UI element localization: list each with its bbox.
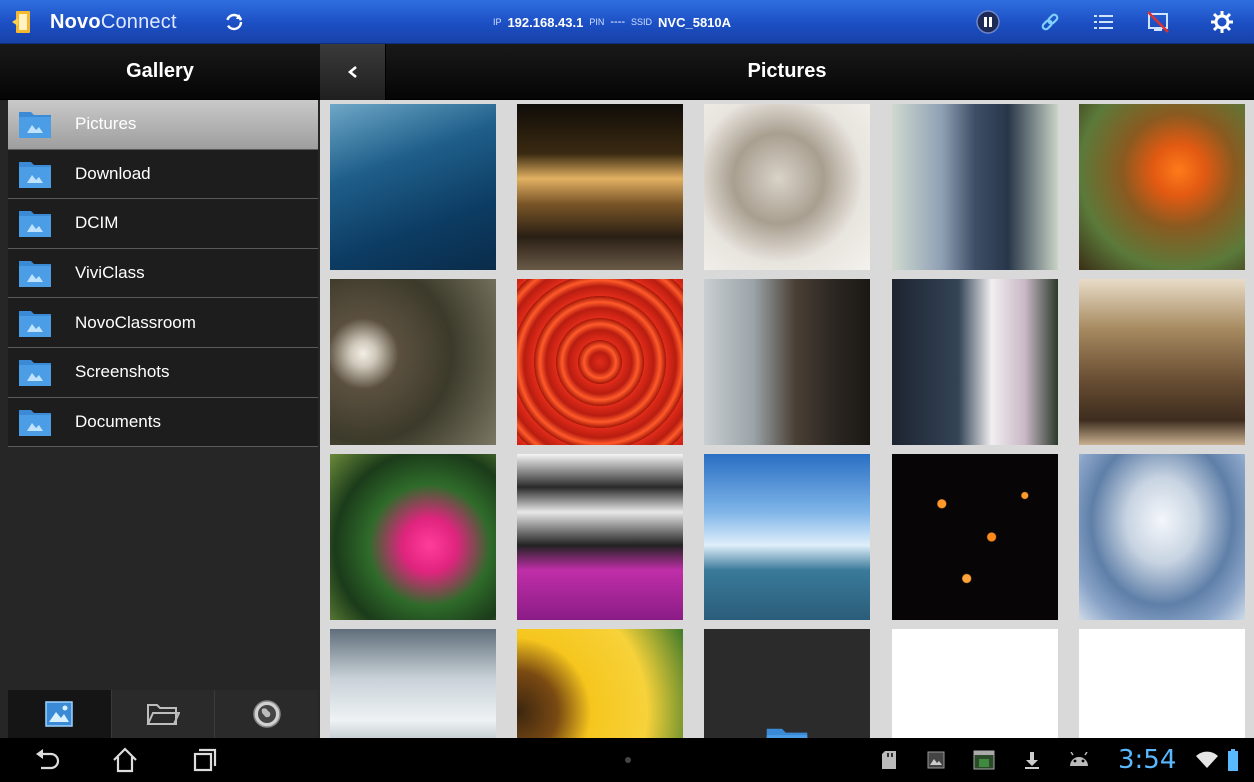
system-nav-bar: 3:54 xyxy=(0,738,1254,782)
folder-label: ViviClass xyxy=(75,263,145,283)
photo-thumbnail[interactable] xyxy=(1079,104,1245,270)
tab-web[interactable] xyxy=(215,690,318,738)
folder-label: NovoClassroom xyxy=(75,312,196,332)
photo-thumbnail[interactable] xyxy=(704,279,870,445)
folder-icon xyxy=(18,159,52,189)
folder-icon xyxy=(18,208,52,238)
settings-icon xyxy=(1211,11,1233,33)
wifi-icon xyxy=(1194,746,1220,774)
folder-icon xyxy=(18,357,52,387)
back-arrow-icon xyxy=(36,749,60,770)
empty-thumbnail xyxy=(892,629,1058,738)
photo-thumbnail[interactable] xyxy=(517,279,683,445)
novoconnect-logo-icon xyxy=(8,7,42,37)
home-nav-button[interactable] xyxy=(100,742,150,778)
folder-label: Screenshots xyxy=(75,362,170,382)
tab-gallery[interactable] xyxy=(8,690,112,738)
settings-button[interactable] xyxy=(1202,4,1242,40)
ip-label: IP xyxy=(492,17,502,27)
folder-item[interactable]: Documents xyxy=(8,397,318,448)
back-nav-button[interactable] xyxy=(22,742,72,778)
folder-label: DCIM xyxy=(75,213,119,233)
gallery-notification-icon xyxy=(924,746,948,774)
clock: 3:54 xyxy=(1118,745,1177,775)
sd-card-icon xyxy=(878,746,900,774)
folder-list: Pictures Download DCIM ViviClass NovoClassro… xyxy=(8,100,318,448)
screenshot-notification-icon xyxy=(970,746,998,774)
photo-thumbnail[interactable] xyxy=(330,629,496,738)
sidebar-tabs xyxy=(8,690,318,738)
list-icon xyxy=(1094,15,1113,29)
chevron-left-icon xyxy=(347,66,357,78)
folder-item[interactable]: ViviClass xyxy=(8,248,318,299)
folder-item[interactable]: Download xyxy=(8,149,318,200)
download-icon xyxy=(1020,746,1044,774)
photo-thumbnail[interactable] xyxy=(330,279,496,445)
pause-button[interactable] xyxy=(968,4,1008,40)
folder-icon xyxy=(18,308,52,338)
back-button[interactable] xyxy=(320,44,386,100)
photo-thumbnail[interactable] xyxy=(517,629,683,738)
app-name: NovoConnect xyxy=(50,10,177,33)
globe-icon xyxy=(252,700,281,728)
photo-thumbnail[interactable] xyxy=(892,454,1058,620)
main-header: Pictures xyxy=(320,44,1254,100)
dot-indicator-icon xyxy=(620,746,636,774)
recents-nav-button[interactable] xyxy=(180,742,230,778)
connection-info: IP 192.168.43.1 PIN ---- SSID NVC_5810A xyxy=(262,4,962,40)
ip-value: 192.168.43.1 xyxy=(507,14,584,30)
folder-item[interactable]: NovoClassroom xyxy=(8,298,318,348)
folder-item[interactable]: Screenshots xyxy=(8,347,318,398)
page-title: Pictures xyxy=(747,60,827,82)
list-button[interactable] xyxy=(1084,4,1124,40)
tab-files[interactable] xyxy=(112,690,216,738)
thumbnail-grid xyxy=(330,104,1254,738)
pause-icon xyxy=(976,10,1000,34)
ssid-value: NVC_5810A xyxy=(658,14,732,30)
photo-thumbnail[interactable] xyxy=(892,279,1058,445)
refresh-icon xyxy=(225,13,243,31)
photo-thumbnail[interactable] xyxy=(704,454,870,620)
folder-icon xyxy=(146,704,180,725)
empty-thumbnail xyxy=(1079,629,1245,738)
photo-thumbnail[interactable] xyxy=(517,104,683,270)
folder-item[interactable]: DCIM xyxy=(8,199,318,249)
photo-thumbnail[interactable] xyxy=(330,454,496,620)
photo-thumbnail[interactable] xyxy=(704,104,870,270)
top-bar: NovoConnect IP 192.168.43.1 PIN ---- SSI… xyxy=(0,0,1254,44)
folder-item[interactable]: Pictures xyxy=(8,100,318,150)
photo-thumbnail[interactable] xyxy=(892,104,1058,270)
ssid-label: SSID xyxy=(631,17,653,27)
android-debug-icon xyxy=(1066,746,1092,774)
photo-thumbnail[interactable] xyxy=(330,104,496,270)
folder-label: Pictures xyxy=(75,114,137,134)
gallery-sidebar: Gallery Pictures Download DCIM ViviClass Nov… xyxy=(0,44,320,738)
folder-label: Documents xyxy=(75,411,161,431)
recent-apps-icon xyxy=(193,748,217,772)
folder-icon xyxy=(18,258,52,288)
photo-thumbnail[interactable] xyxy=(1079,454,1245,620)
folder-label: Download xyxy=(75,163,151,183)
home-icon xyxy=(113,747,137,773)
battery-icon xyxy=(1224,746,1242,774)
sidebar-title: Gallery xyxy=(0,44,320,100)
pictures-panel: Pictures xyxy=(320,44,1254,738)
link-button[interactable] xyxy=(1030,4,1070,40)
folder-icon xyxy=(18,407,52,437)
folder-icon xyxy=(18,109,52,139)
pin-label: PIN xyxy=(589,17,605,27)
refresh-button[interactable] xyxy=(216,4,252,40)
folder-icon xyxy=(765,725,809,738)
photo-thumbnail[interactable] xyxy=(517,454,683,620)
link-icon xyxy=(1041,13,1059,31)
gallery-icon xyxy=(45,701,74,727)
pin-value: ---- xyxy=(610,16,626,28)
screen-toggle-button[interactable] xyxy=(1138,4,1178,40)
photo-thumbnail[interactable] xyxy=(1079,279,1245,445)
no-screen-icon xyxy=(1147,11,1169,33)
subfolder-tile[interactable] xyxy=(704,629,870,738)
